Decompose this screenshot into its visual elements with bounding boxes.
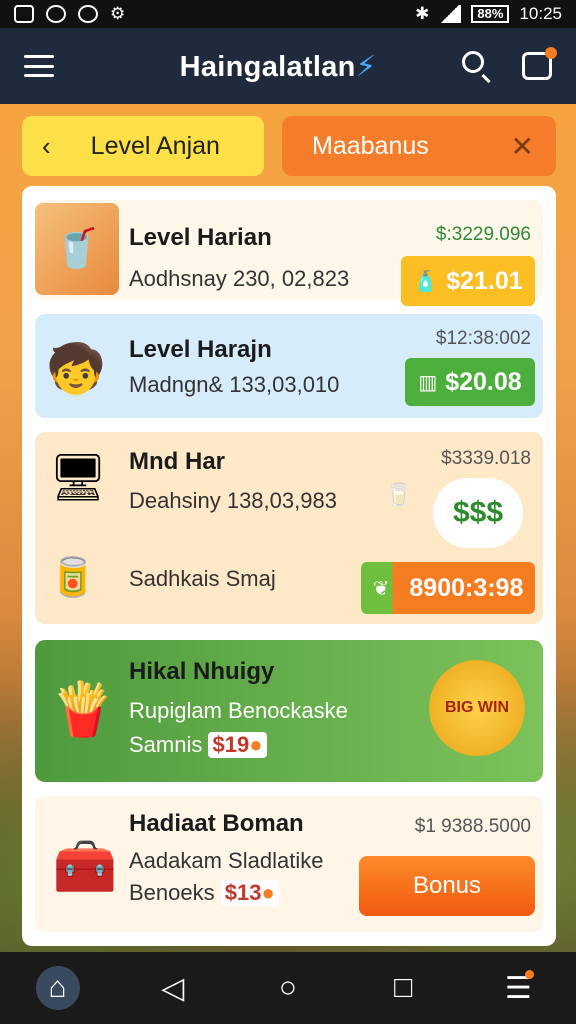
gallery-icon (14, 5, 34, 23)
card-subtitle-secondary: Samnis $19● (129, 732, 267, 758)
claim-button[interactable]: 🧴 $21.01 (401, 256, 535, 306)
sparkle-icon: ⚡ (355, 50, 377, 83)
juice-thumbnail: 🥤 (35, 203, 119, 295)
character-thumbnail: 🧒 (46, 342, 106, 396)
notification-dot (525, 970, 535, 979)
level-card[interactable]: 🥤 Level Harian Aodhsnay 230, 02,823 $:32… (35, 200, 543, 306)
can-thumbnail: 🥫 (49, 557, 97, 599)
card-title: Level Harajn (129, 336, 272, 363)
card-subtitle: Aodhsnay 230, 02,823 (129, 266, 350, 291)
notification-icon (46, 5, 66, 23)
back-triangle-icon[interactable]: ◁ (151, 966, 195, 1010)
claim-button[interactable]: ▥ $20.08 (405, 358, 535, 406)
level-card[interactable]: 🧒 Level Harajn Madngn& 133,03,010 $12:38… (35, 314, 543, 418)
clock: 10:25 (519, 4, 562, 23)
app-title: Haingalatlan⚡ (179, 50, 377, 83)
coin-bubble: $$$ (433, 478, 523, 548)
card-price: $1 9388.5000 (414, 816, 531, 837)
sync-icon (78, 5, 98, 23)
card-price: $12:38:002 (435, 328, 531, 349)
cup-icon: 🧴 (413, 270, 439, 293)
card-price: $:3229.096 (435, 224, 531, 245)
cash-register-thumbnail: 🖥 (48, 450, 108, 503)
card-title: Hadiaat Boman (129, 810, 304, 837)
bonus-card[interactable]: 🍟 Hikal Nhuigy Rupiglam Benockaske Samni… (35, 640, 543, 782)
card-subtitle: Madngn& 133,03,010 (129, 372, 340, 397)
reward-badge: $19● (208, 732, 267, 758)
bonus-button[interactable]: Bonus (359, 856, 535, 916)
app-bar: Haingalatlan⚡ (0, 28, 576, 104)
card-subtitle: Rupiglam Benockaske (129, 698, 348, 723)
claim-button[interactable]: ❦ 8900:3:98 (361, 562, 535, 614)
close-icon[interactable]: ✕ (511, 130, 534, 163)
card-title: Mnd Har (129, 448, 225, 475)
chevron-left-icon: ‹ (42, 130, 51, 161)
level-card[interactable]: 🖥 Mnd Har Deahsiny 138,03,983 $3339.018 … (35, 432, 543, 624)
chat-icon[interactable] (522, 47, 557, 80)
signal-icon (439, 5, 462, 23)
hamburger-icon[interactable] (24, 55, 54, 77)
tab-bonus[interactable]: Maabanus ✕ (282, 116, 556, 176)
tab-level-label: Level Anjan (90, 131, 220, 160)
leaf-icon: ❦ (372, 577, 390, 600)
card-subtitle-secondary: Sadhkais Smaj (129, 566, 276, 591)
recents-square-icon[interactable]: □ (381, 966, 425, 1010)
home-circle-icon[interactable]: ○ (266, 966, 310, 1010)
card-title: Hikal Nhuigy (129, 658, 275, 685)
notification-dot (545, 47, 557, 59)
search-icon[interactable] (462, 51, 492, 84)
navigation-bar: ⌂ ◁ ○ □ ☰ (0, 952, 576, 1024)
card-price: $3339.018 (441, 448, 531, 469)
bluetooth-icon: ✱ (415, 4, 430, 23)
home-icon[interactable]: ⌂ (35, 966, 80, 1010)
level-list-panel: 🥤 Level Harian Aodhsnay 230, 02,823 $:32… (22, 186, 556, 946)
card-title: Level Harian (129, 224, 272, 251)
status-bar: ⚙ ✱ 88% 10:25 (0, 0, 576, 28)
snack-box-thumbnail: 🧰 (52, 837, 118, 896)
tab-bonus-label: Maabanus (312, 131, 429, 160)
trash-icon: ▥ (418, 371, 438, 394)
menu-icon[interactable]: ☰ (496, 966, 540, 1010)
card-subtitle: Deahsiny 138,03,983 (129, 488, 337, 513)
bonus-card[interactable]: 🧰 Hadiaat Boman Aadakam Sladlatike Benoe… (35, 796, 543, 932)
reward-badge: $13● (220, 880, 279, 906)
tab-bar: ‹ Level Anjan Maabanus ✕ (22, 116, 556, 176)
settings-dot-icon: ⚙ (110, 4, 126, 23)
battery-indicator: 88% (471, 5, 510, 23)
cup-icon: 🥛 (385, 482, 413, 507)
tab-level[interactable]: ‹ Level Anjan (22, 116, 264, 176)
card-subtitle: Aadakam Sladlatike (129, 848, 324, 873)
medal-icon: BIG WIN (429, 660, 525, 756)
card-subtitle-secondary: Benoeks $13● (129, 880, 279, 906)
snack-bag-thumbnail: 🍟 (50, 680, 116, 739)
